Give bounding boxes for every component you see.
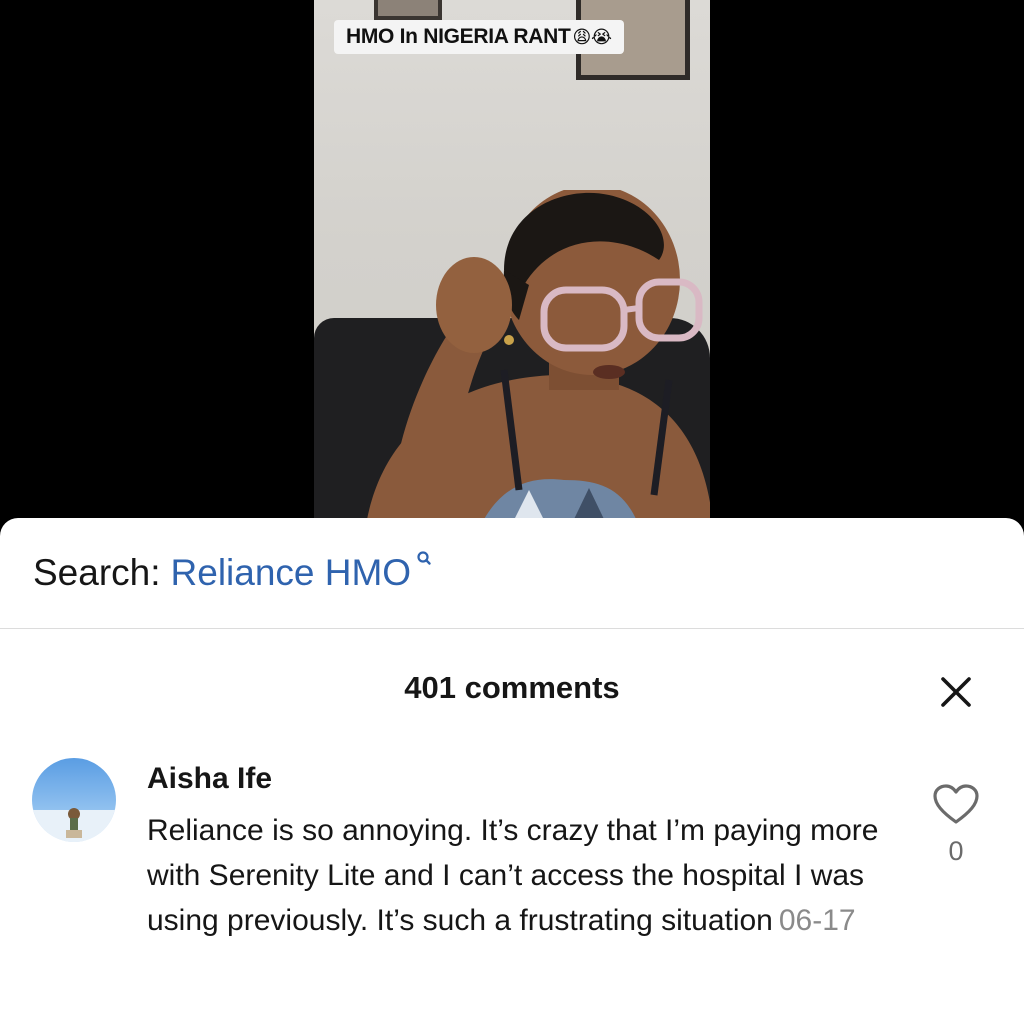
search-term-link[interactable]: Reliance HMO [171,552,412,594]
video-caption: HMO In NIGERIA RANT 😩😭 [334,20,624,54]
caption-emojis: 😩😭 [572,26,613,48]
comment-text-content: Reliance is so annoying. It’s crazy that… [147,814,879,937]
comment-author[interactable]: Aisha Ife [147,762,272,796]
heart-icon[interactable] [932,784,980,826]
search-icon[interactable] [415,550,433,568]
like-count: 0 [948,836,964,866]
comments-count-title: 401 comments [404,670,620,705]
video-player[interactable]: HMO In NIGERIA RANT 😩😭 [0,0,1024,540]
wall-picture-frame [374,0,442,20]
search-suggestion-row[interactable]: Search: Reliance HMO [0,518,1024,629]
comment-date: 06-17 [778,904,856,937]
close-icon[interactable] [936,672,976,712]
avatar[interactable] [32,758,116,842]
comments-sheet: Search: Reliance HMO 401 comments Aisha … [0,518,1024,1014]
avatar-image [32,808,116,842]
video-caption-text: HMO In NIGERIA RANT [346,25,571,48]
video-person-illustration [364,190,710,540]
comment-text: Reliance is so annoying. It’s crazy that… [147,808,887,943]
search-prefix-label: Search: [33,552,161,593]
video-frame[interactable] [314,0,710,540]
